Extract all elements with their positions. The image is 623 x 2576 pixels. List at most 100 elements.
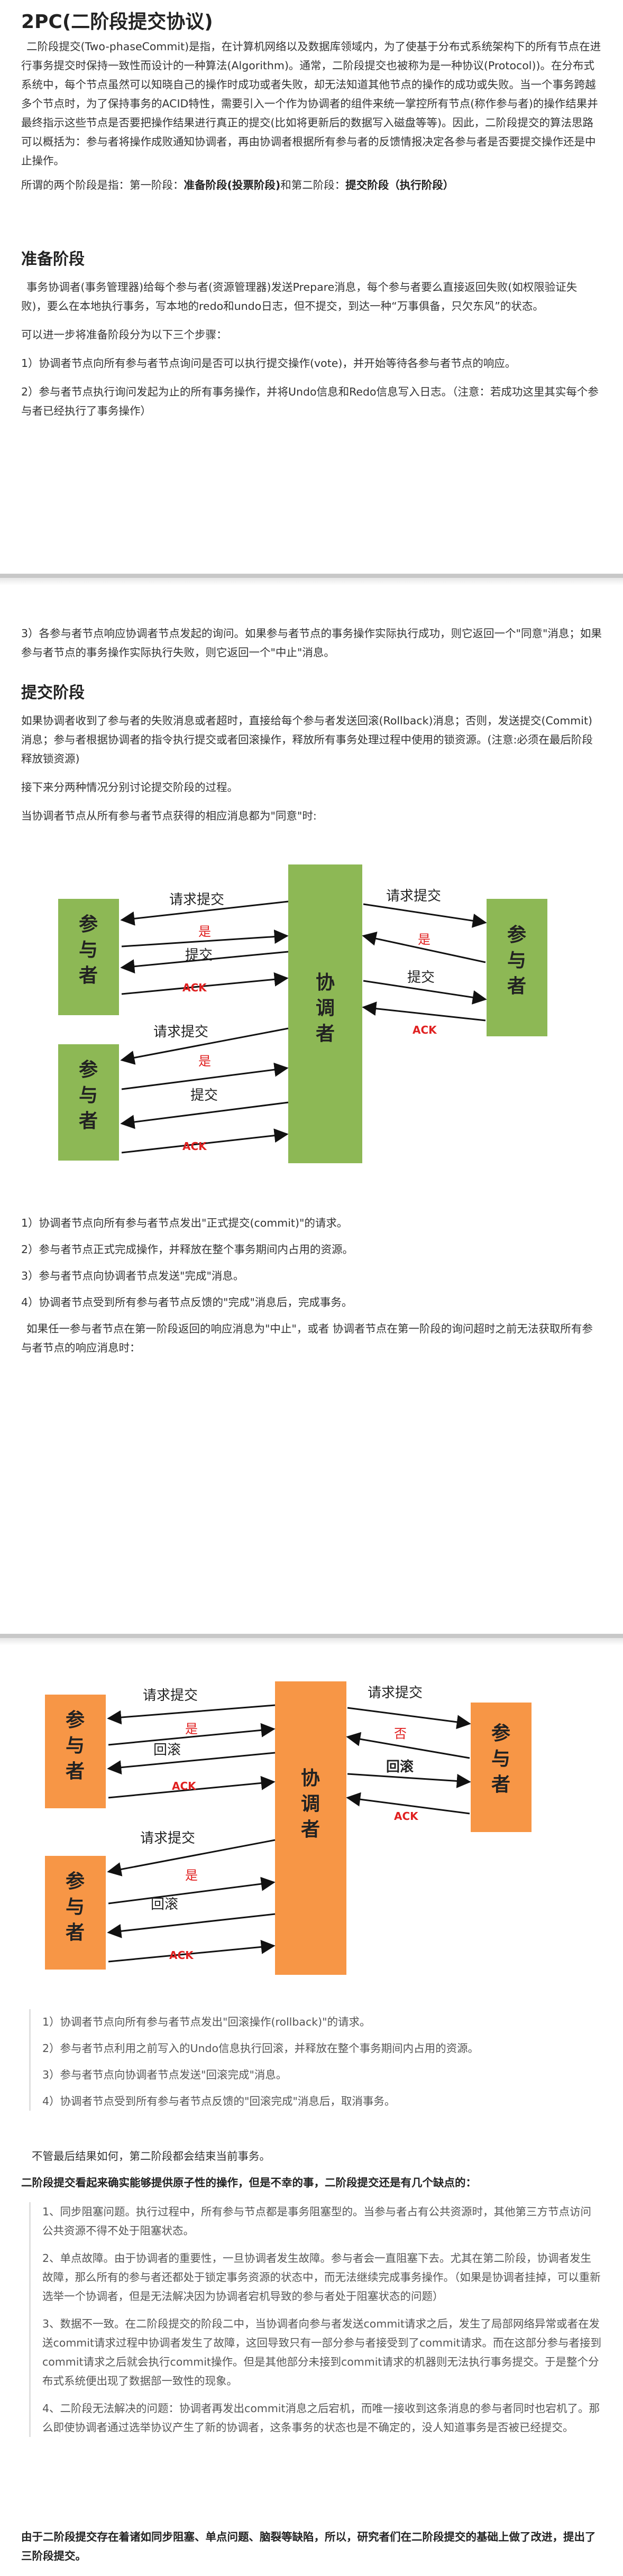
label-rollback-1: 回滚 xyxy=(153,1742,181,1758)
label-char: 参 xyxy=(79,914,98,935)
prepare-steps-intro: 可以进一步将准备阶段分为以下三个步骤： xyxy=(21,328,227,341)
label-no: 否 xyxy=(394,1726,407,1741)
label-char: 与 xyxy=(79,1085,98,1107)
label-char: 者 xyxy=(507,976,526,997)
prepare-step-3: 3）各参与者节点响应协调者节点发起的询问。如果参与者节点的事务操作实际执行成功，… xyxy=(21,627,602,659)
participant-label-2: 参与者 xyxy=(66,1871,85,1944)
label-request-3: 请求提交 xyxy=(386,888,441,904)
prepare-step-3-block: 3）各参与者节点响应协调者节点发起的询问。如果参与者节点的事务操作实际执行成功，… xyxy=(21,624,603,662)
label-char: 与 xyxy=(79,940,98,961)
label-commit-1: 提交 xyxy=(185,947,213,963)
label-char: 者 xyxy=(491,1774,510,1796)
label-char: 者 xyxy=(66,1761,85,1782)
drawback-2: 2、单点故障。由于协调者的重要性，一旦协调者发生故障。参与者会一直阻塞下去。尤其… xyxy=(42,2252,601,2303)
prepare-section: 事务协调者(事务管理器)给每个参与者(资源管理器)发送Prepare消息，每个参… xyxy=(21,278,603,420)
coordinator-label: 协调者 xyxy=(316,972,335,1045)
label-ack-1: ACK xyxy=(172,1780,197,1792)
rollback-step-1: 1）协调者节点向所有参与者节点发出"回滚操作(rollback)"的请求。 xyxy=(42,2016,371,2028)
drawback-1: 1、同步阻塞问题。执行过程中，所有参与节点都是事务阻塞型的。当参与者占有公共资源… xyxy=(42,2205,592,2237)
intro-section: 二阶段提交(Two-phaseCommit)是指，在计算机网络以及数据库领域内，… xyxy=(21,37,603,195)
label-ack-1: ACK xyxy=(182,981,207,994)
label-char: 者 xyxy=(301,1819,320,1841)
commit-agree-intro: 当协调者节点从所有参与者节点获得的相应消息都为"同意"时: xyxy=(21,809,317,822)
rollback-step-3: 3）参与者节点向协调者节点发送"回滚完成"消息。 xyxy=(42,2068,287,2081)
drawback-4: 4、二阶段无法解决的问题：协调者再发出commit消息之后宕机，而唯一接收到这条… xyxy=(42,2402,600,2434)
label-ack-2: ACK xyxy=(182,1140,207,1153)
label-rollback-2: 回滚 xyxy=(151,1897,178,1912)
label-yes-1: 是 xyxy=(185,1722,198,1736)
conclusion: 不管最后结果如何，第二阶段都会结束当前事务。 二阶段提交看起来确实能够提供原子性… xyxy=(21,2147,603,2192)
commit-cases-intro: 接下来分两种情况分别讨论提交阶段的过程。 xyxy=(21,781,238,794)
participant-label-3: 参与者 xyxy=(491,1723,510,1796)
commit-paragraph: 如果协调者收到了参与者的失败消息或者超时，直接给每个参与者发送回滚(Rollba… xyxy=(21,714,593,765)
label-commit-2: 提交 xyxy=(190,1088,218,1103)
abort-intro: 如果任一参与者节点在第一阶段返回的响应消息为"中止"，或者 协调者节点在第一阶段… xyxy=(21,1322,593,1354)
phases-line: 所谓的两个阶段是指：第一阶段：准备阶段(投票阶段)和第二阶段：提交阶段（执行阶段… xyxy=(21,176,603,195)
section-separator xyxy=(0,574,623,585)
section-separator-2 xyxy=(0,1634,623,1645)
commit-steps: 1）协调者节点向所有参与者节点发出"正式提交(commit)"的请求。 2）参与… xyxy=(21,1213,603,1357)
commit-step-2: 2）参与者节点正式完成操作，并释放在整个事务期间内占用的资源。 xyxy=(21,1243,354,1256)
outro: 由于二阶段提交存在着诸如同步阻塞、单点问题、脑裂等缺陷，所以，研究者们在二阶段提… xyxy=(21,2527,603,2565)
coordinator-label: 协调者 xyxy=(301,1768,320,1841)
rollback-step-2: 2）参与者节点利用之前写入的Undo信息执行回滚，并释放在整个事务期间内占用的资… xyxy=(42,2042,479,2055)
commit-step-1: 1）协调者节点向所有参与者节点发出"正式提交(commit)"的请求。 xyxy=(21,1217,348,1229)
label-char: 调 xyxy=(316,998,335,1019)
commit-section: 如果协调者收到了参与者的失败消息或者超时，直接给每个参与者发送回滚(Rollba… xyxy=(21,711,603,825)
intro-paragraph: 二阶段提交(Two-phaseCommit)是指，在计算机网络以及数据库领域内，… xyxy=(21,40,601,167)
label-char: 协 xyxy=(301,1768,320,1789)
commit-step-4: 4）协调者节点受到所有参与者节点反馈的"完成"消息后，完成事务。 xyxy=(21,1296,353,1309)
label-ack-2: ACK xyxy=(169,1949,194,1962)
phase2-label: 提交阶段（执行阶段） xyxy=(345,179,454,191)
label-commit-3: 提交 xyxy=(407,970,435,986)
label-request-2: 请求提交 xyxy=(140,1830,195,1846)
label-char: 参 xyxy=(491,1723,510,1744)
commit-flow-diagram: 参与者 参与者 协调者 参与者 请求提交 提交 请求提交 提交 请求提交 提交 xyxy=(58,864,547,1163)
label-ack-3: ACK xyxy=(394,1810,419,1823)
label-request-1: 请求提交 xyxy=(169,892,224,908)
participant-label-1: 参与者 xyxy=(79,914,98,987)
label-char: 协 xyxy=(316,972,335,993)
label-request-2: 请求提交 xyxy=(153,1024,208,1040)
outro-paragraph: 由于二阶段提交存在着诸如同步阻塞、单点问题、脑裂等缺陷，所以，研究者们在二阶段提… xyxy=(21,2527,603,2565)
label-request-1: 请求提交 xyxy=(143,1688,198,1704)
prepare-step-2: 2）参与者节点执行询问发起为止的所有事务操作，并将Undo信息和Redo信息写入… xyxy=(21,385,599,417)
drawbacks-list: 1、同步阻塞问题。执行过程中，所有参与节点都是事务阻塞型的。当参与者占有公共资源… xyxy=(29,2202,602,2437)
conclusion-line: 不管最后结果如何，第二阶段都会结束当前事务。 xyxy=(32,2150,270,2163)
label-char: 与 xyxy=(491,1749,510,1770)
phases-mid: 和第二阶段： xyxy=(280,179,346,191)
label-char: 与 xyxy=(66,1735,85,1757)
label-ack-3: ACK xyxy=(413,1024,437,1036)
label-char: 参 xyxy=(66,1709,85,1731)
label-request-3: 请求提交 xyxy=(368,1685,423,1701)
rollback-step-4: 4）协调者节点受到所有参与者节点反馈的"回滚完成"消息后，取消事务。 xyxy=(42,2095,396,2108)
label-yes-3: 是 xyxy=(418,932,430,947)
label-char: 者 xyxy=(66,1922,85,1944)
label-rollback-3: 回滚 xyxy=(386,1759,414,1775)
label-char: 者 xyxy=(79,965,98,987)
phases-prefix: 所谓的两个阶段是指：第一阶段： xyxy=(21,179,184,191)
label-char: 与 xyxy=(507,950,526,972)
label-yes-1: 是 xyxy=(198,924,211,939)
prepare-step-1: 1）协调者节点向所有参与者节点询问是否可以执行提交操作(vote)，并开始等待各… xyxy=(21,357,516,370)
page-title: 2PC(二阶段提交协议) xyxy=(21,11,213,33)
label-char: 参 xyxy=(79,1059,98,1081)
label-char: 者 xyxy=(316,1023,335,1045)
participant-label-1: 参与者 xyxy=(66,1709,85,1782)
label-char: 参 xyxy=(507,924,526,946)
commit-step-3: 3）参与者节点向协调者节点发送"完成"消息。 xyxy=(21,1269,244,1282)
participant-label-3: 参与者 xyxy=(507,924,526,997)
commit-heading: 提交阶段 xyxy=(21,684,85,702)
label-char: 调 xyxy=(301,1793,320,1815)
outro-text: 由于二阶段提交存在着诸如同步阻塞、单点问题、脑裂等缺陷，所以，研究者们在二阶段提… xyxy=(21,2531,596,2562)
drawbacks-intro-text: 二阶段提交看起来确实能够提供原子性的操作，但是不幸的事，二阶段提交还是有几个缺点… xyxy=(21,2176,477,2189)
prepare-paragraph: 事务协调者(事务管理器)给每个参与者(资源管理器)发送Prepare消息，每个参… xyxy=(21,281,578,312)
article: 2PC(二阶段提交协议) 二阶段提交(Two-phaseCommit)是指，在计… xyxy=(0,0,623,2576)
label-yes-2: 是 xyxy=(198,1054,211,1069)
rollback-steps: 1）协调者节点向所有参与者节点发出"回滚操作(rollback)"的请求。 2）… xyxy=(29,2009,602,2111)
phase1-label: 准备阶段(投票阶段) xyxy=(184,179,281,191)
drawback-3: 3、数据不一致。在二阶段提交的阶段二中，当协调者向参与者发送commit请求之后… xyxy=(42,2317,601,2387)
label-char: 参 xyxy=(66,1871,85,1892)
participant-label-2: 参与者 xyxy=(79,1059,98,1132)
label-char: 与 xyxy=(66,1897,85,1918)
